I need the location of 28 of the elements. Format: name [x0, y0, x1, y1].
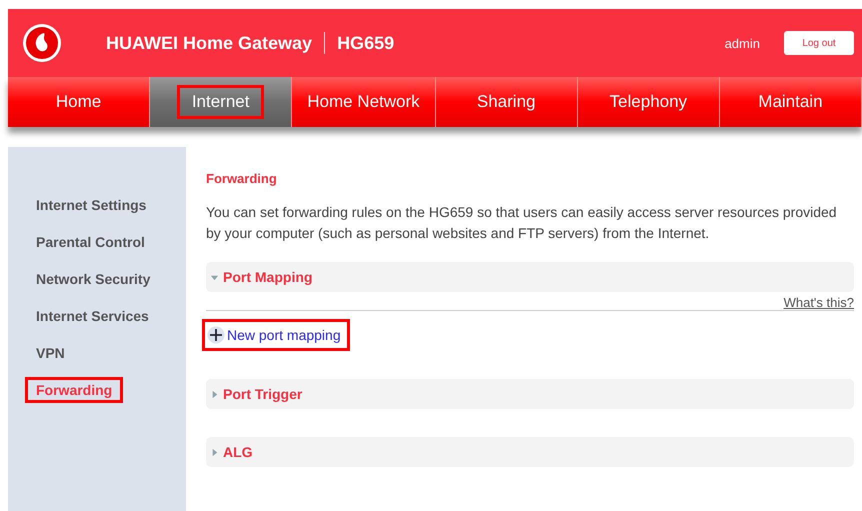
sidebar-item[interactable]: Network Security — [25, 266, 162, 292]
logout-button[interactable]: Log out — [784, 31, 854, 55]
help-link[interactable]: What's this? — [206, 295, 854, 310]
description-text: You can set forwarding rules on the HG659 so that users can easily access server resources provided by your computer (such as personal websites and FTP servers) from the Internet. — [206, 203, 838, 243]
sidebar-item[interactable]: Internet Services — [25, 303, 160, 329]
brand-name: HUAWEI Home Gateway — [106, 32, 312, 54]
nav-tab[interactable]: Home Network — [292, 77, 436, 127]
new-port-mapping-link[interactable]: New port mapping — [202, 319, 350, 351]
user-name: admin — [724, 36, 760, 50]
logo-icon — [22, 23, 62, 63]
plus-icon — [207, 326, 225, 344]
sidebar-item[interactable]: Parental Control — [25, 229, 156, 255]
section-header[interactable]: Port Mapping — [206, 262, 854, 292]
sidebar-item[interactable]: Forwarding — [25, 377, 124, 403]
nav-tab[interactable]: Home — [8, 77, 150, 127]
section-header[interactable]: Port Trigger — [206, 379, 854, 409]
model-name: HG659 — [337, 32, 394, 54]
page-title: Forwarding — [206, 171, 278, 186]
sidebar-item[interactable]: Internet Settings — [25, 192, 158, 218]
nav-tab[interactable]: Sharing — [436, 77, 578, 127]
sidebar-item[interactable]: VPN — [25, 340, 76, 366]
section-title: Port Trigger — [223, 386, 302, 402]
section-header[interactable]: ALG — [206, 437, 854, 467]
nav-tab[interactable]: Internet — [150, 77, 292, 127]
section-title: Port Mapping — [223, 269, 312, 285]
nav-tab[interactable]: Maintain — [720, 77, 862, 127]
section-title: ALG — [223, 444, 253, 460]
nav-tab[interactable]: Telephony — [578, 77, 720, 127]
